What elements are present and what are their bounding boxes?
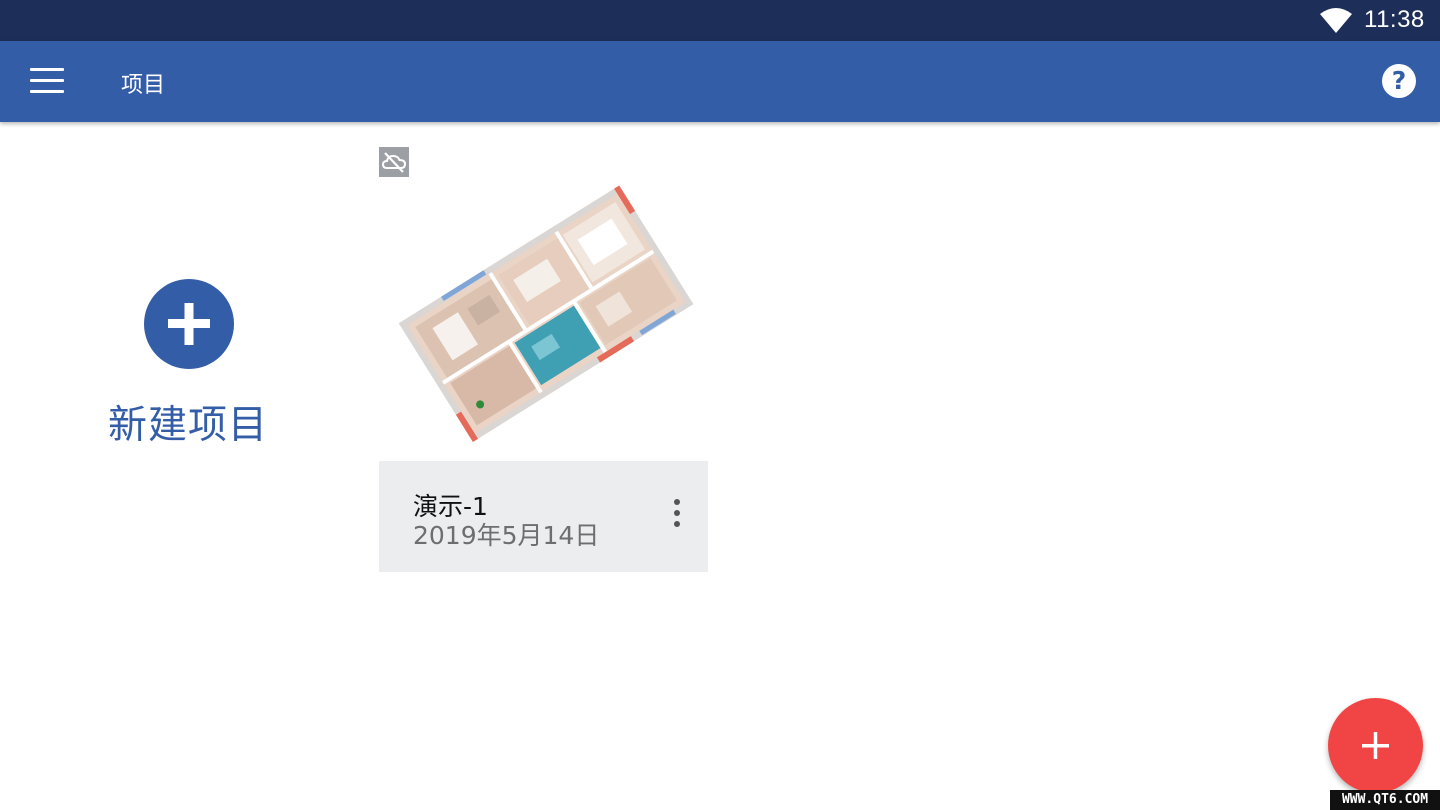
new-project-button[interactable]: 新建项目	[100, 278, 280, 458]
wifi-icon	[1320, 8, 1352, 33]
app-bar: 项目 ?	[0, 41, 1440, 122]
hamburger-menu-icon[interactable]	[30, 68, 64, 94]
add-fab-button[interactable]	[1328, 698, 1423, 793]
status-bar: 11:38	[0, 0, 1440, 41]
cloud-off-icon	[379, 147, 409, 177]
plus-icon	[1362, 732, 1389, 759]
project-card[interactable]: 演示-1 2019年5月14日	[379, 461, 708, 572]
plus-circle-icon[interactable]	[144, 279, 234, 369]
help-icon[interactable]: ?	[1382, 64, 1416, 98]
watermark: WWW.QT6.COM	[1330, 790, 1440, 810]
status-time: 11:38	[1364, 6, 1425, 33]
page-title: 项目	[121, 73, 166, 98]
3d-floor-plan-thumbnail[interactable]	[379, 182, 708, 460]
project-date: 2019年5月14日	[413, 521, 600, 550]
more-vert-icon[interactable]	[669, 499, 685, 535]
new-project-label: 新建项目	[107, 403, 268, 448]
